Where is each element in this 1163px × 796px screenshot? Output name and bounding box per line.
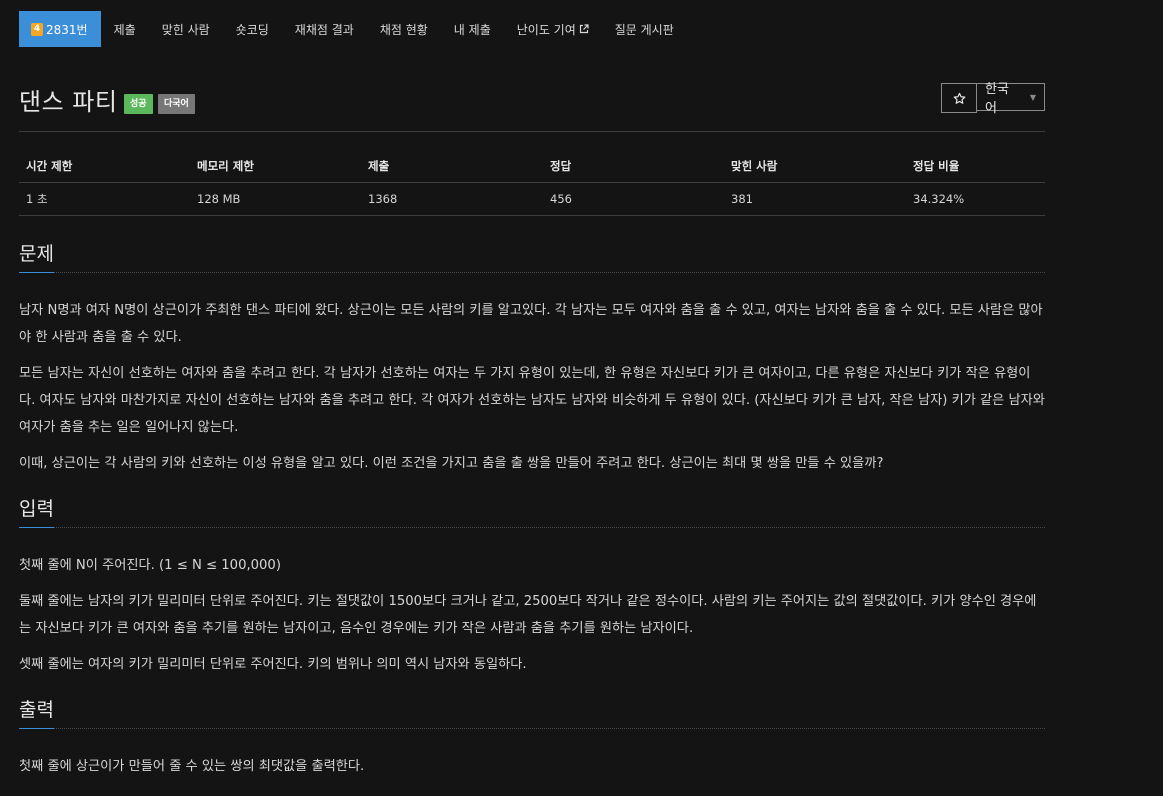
tier-icon: 4 — [31, 22, 43, 36]
table-header-row: 시간 제한 메모리 제한 제출 정답 맞힌 사람 정답 비율 — [19, 150, 1045, 183]
table-header-cell: 정답 비율 — [906, 150, 1045, 183]
problem-title: 댄스 파티 — [19, 88, 118, 116]
submissions-value: 1368 — [361, 182, 543, 216]
paragraph: 첫째 줄에 N이 주어진다. (1 ≤ N ≤ 100,000) — [19, 558, 281, 573]
output-section: 출력 첫째 줄에 상근이가 만들어 줄 수 있는 쌍의 최댓값을 출력한다. — [19, 698, 1045, 780]
accept-ratio-value: 34.324% — [906, 182, 1045, 216]
table-row: 1 초 128 MB 1368 456 381 34.324% — [19, 182, 1045, 216]
title-divider — [19, 131, 1045, 132]
table-header-cell: 맞힌 사람 — [724, 150, 906, 183]
star-icon — [953, 92, 965, 104]
tab-judge-status[interactable]: 채점 현황 — [367, 11, 441, 47]
solved-users-value: 381 — [724, 182, 906, 216]
tab-label: 채점 현황 — [379, 22, 428, 37]
paragraph: 둘째 줄에는 남자의 키가 밀리미터 단위로 주어진다. 키는 절댓값이 150… — [19, 594, 1037, 636]
success-badge: 성공 — [124, 94, 153, 114]
table-header-cell: 시간 제한 — [19, 150, 190, 183]
problem-tab-bar: 4 2831번 제출 맞힌 사람 숏코딩 재채점 결과 채점 현황 내 제출 난… — [19, 11, 687, 47]
section-heading: 문제 — [19, 243, 54, 273]
input-section: 입력 첫째 줄에 N이 주어진다. (1 ≤ N ≤ 100,000) 둘째 줄… — [19, 497, 1045, 678]
tab-problem-number[interactable]: 4 2831번 — [19, 11, 101, 47]
language-select-value: 한국어 — [985, 82, 1009, 116]
tab-label: 2831번 — [46, 22, 88, 37]
section-heading: 출력 — [19, 699, 54, 729]
problem-description-section: 문제 남자 N명과 여자 N명이 상근이가 주최한 댄스 파티에 왔다. 상근이… — [19, 242, 1045, 477]
tab-label: 제출 — [113, 22, 136, 37]
external-link-icon — [579, 24, 589, 34]
tab-label: 맞힌 사람 — [161, 22, 210, 37]
tab-solved-users[interactable]: 맞힌 사람 — [149, 11, 223, 47]
tab-difficulty-contribution[interactable]: 난이도 기여 — [504, 11, 602, 47]
section-body: 첫째 줄에 N이 주어진다. (1 ≤ N ≤ 100,000) 둘째 줄에는 … — [19, 528, 1045, 678]
tab-short-coding[interactable]: 숏코딩 — [223, 11, 282, 47]
tab-my-submissions[interactable]: 내 제출 — [441, 11, 504, 47]
section-header: 문제 — [19, 242, 1045, 273]
tab-submit[interactable]: 제출 — [101, 11, 149, 47]
memory-limit-value: 128 MB — [190, 182, 361, 216]
tab-label: 질문 게시판 — [614, 22, 674, 37]
tab-question-board[interactable]: 질문 게시판 — [602, 11, 687, 47]
tab-label: 재채점 결과 — [294, 22, 354, 37]
section-body: 남자 N명과 여자 N명이 상근이가 주최한 댄스 파티에 왔다. 상근이는 모… — [19, 273, 1045, 477]
paragraph: 셋째 줄에는 여자의 키가 밀리미터 단위로 주어진다. 키의 범위나 의미 역… — [19, 657, 527, 672]
table-header-cell: 정답 — [543, 150, 724, 183]
tab-rejudge-results[interactable]: 재채점 결과 — [282, 11, 367, 47]
section-body: 첫째 줄에 상근이가 만들어 줄 수 있는 쌍의 최댓값을 출력한다. — [19, 729, 1045, 780]
problem-info-table: 시간 제한 메모리 제한 제출 정답 맞힌 사람 정답 비율 1 초 128 M… — [19, 150, 1045, 216]
caret-down-icon: ▼ — [1029, 92, 1036, 102]
tab-label: 난이도 기여 — [516, 22, 576, 37]
problem-header: 댄스 파티 성공 다국어 한국어 ▼ — [19, 82, 1045, 122]
tab-label: 내 제출 — [453, 22, 491, 37]
accepted-value: 456 — [543, 182, 724, 216]
paragraph: 이때, 상근이는 각 사람의 키와 선호하는 이성 유형을 알고 있다. 이런 … — [19, 456, 884, 471]
section-heading: 입력 — [19, 498, 54, 528]
section-header: 입력 — [19, 497, 1045, 528]
section-header: 출력 — [19, 698, 1045, 729]
paragraph: 첫째 줄에 상근이가 만들어 줄 수 있는 쌍의 최댓값을 출력한다. — [19, 759, 365, 774]
tab-label: 숏코딩 — [235, 22, 269, 37]
multilang-badge: 다국어 — [158, 94, 195, 114]
table-header-cell: 제출 — [361, 150, 543, 183]
table-header-cell: 메모리 제한 — [190, 150, 361, 183]
favorite-button[interactable] — [941, 83, 977, 113]
problem-page: 4 2831번 제출 맞힌 사람 숏코딩 재채점 결과 채점 현황 내 제출 난… — [0, 0, 1163, 796]
language-select[interactable]: 한국어 ▼ — [977, 82, 1045, 116]
paragraph: 남자 N명과 여자 N명이 상근이가 주최한 댄스 파티에 왔다. 상근이는 모… — [19, 303, 1043, 345]
time-limit-value: 1 초 — [19, 182, 190, 216]
paragraph: 모든 남자는 자신이 선호하는 여자와 춤을 추려고 한다. 각 남자가 선호하… — [19, 366, 1045, 435]
header-button-group: 한국어 ▼ — [941, 82, 1045, 116]
